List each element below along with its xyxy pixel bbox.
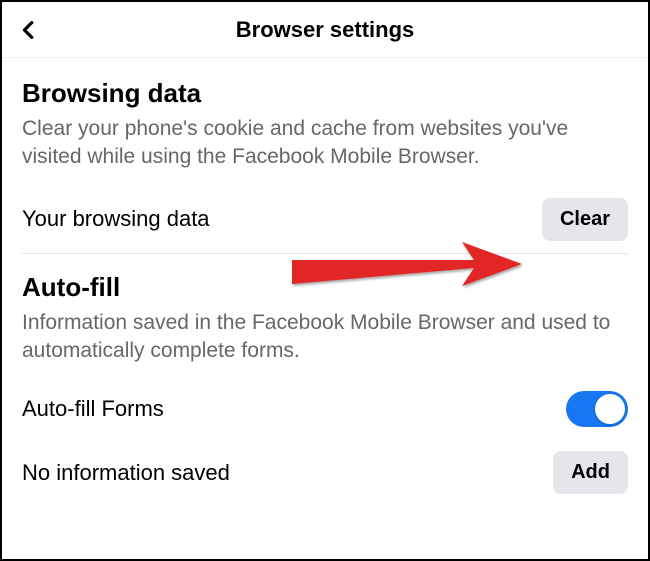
autofill-desc: Information saved in the Facebook Mobile… bbox=[22, 309, 628, 366]
autofill-forms-toggle[interactable] bbox=[566, 391, 628, 427]
no-info-label: No information saved bbox=[22, 460, 230, 486]
content: Browsing data Clear your phone's cookie … bbox=[2, 58, 648, 506]
no-info-row: No information saved Add bbox=[22, 439, 628, 506]
autofill-forms-label: Auto-fill Forms bbox=[22, 396, 164, 422]
toggle-knob bbox=[595, 394, 625, 424]
browsing-data-desc: Clear your phone's cookie and cache from… bbox=[22, 115, 628, 172]
chevron-left-icon bbox=[18, 19, 40, 41]
page-title: Browser settings bbox=[18, 17, 632, 43]
autofill-title: Auto-fill bbox=[22, 272, 628, 303]
clear-button[interactable]: Clear bbox=[542, 198, 628, 241]
browsing-data-section: Browsing data Clear your phone's cookie … bbox=[22, 78, 628, 254]
browsing-data-label: Your browsing data bbox=[22, 206, 210, 232]
header-bar: Browser settings bbox=[2, 2, 648, 58]
autofill-forms-row: Auto-fill Forms bbox=[22, 379, 628, 439]
autofill-section: Auto-fill Information saved in the Faceb… bbox=[22, 272, 628, 507]
browsing-data-row: Your browsing data Clear bbox=[22, 186, 628, 254]
add-button[interactable]: Add bbox=[553, 451, 628, 494]
back-button[interactable] bbox=[18, 19, 40, 41]
browsing-data-title: Browsing data bbox=[22, 78, 628, 109]
